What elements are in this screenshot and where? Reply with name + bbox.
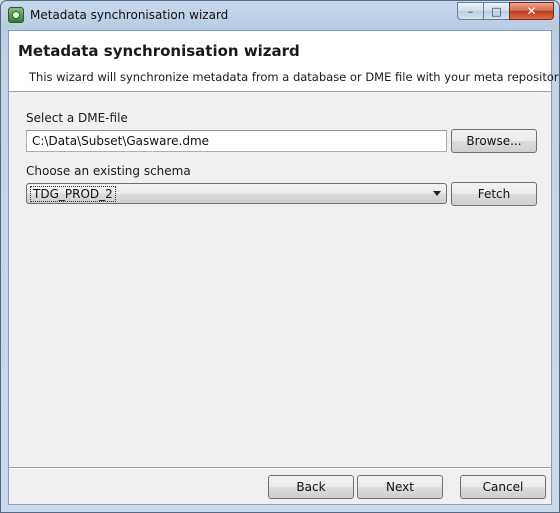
chevron-down-icon [433, 191, 441, 196]
wizard-window: Metadata synchronisation wizard – □ ✕ Me… [0, 0, 560, 513]
wizard-app-icon [8, 7, 24, 23]
wizard-content: Metadata synchronisation wizard This wiz… [8, 30, 559, 505]
footer-divider [9, 467, 551, 469]
wizard-header: Metadata synchronisation wizard This wiz… [9, 31, 559, 92]
close-button[interactable]: ✕ [509, 2, 554, 20]
fetch-button[interactable]: Fetch [451, 182, 537, 206]
window-controls: – □ ✕ [457, 2, 554, 21]
dme-file-input[interactable] [26, 130, 447, 152]
maximize-button[interactable]: □ [483, 2, 509, 20]
schema-selected-value: TDG_PROD_2 [30, 186, 116, 202]
title-bar[interactable]: Metadata synchronisation wizard – □ ✕ [1, 1, 559, 30]
back-button[interactable]: Back [268, 475, 354, 499]
schema-label: Choose an existing schema [26, 164, 191, 178]
maximize-icon: □ [491, 4, 502, 18]
schema-select[interactable]: TDG_PROD_2 [26, 183, 447, 204]
browse-button[interactable]: Browse... [451, 129, 537, 153]
page-title: Metadata synchronisation wizard [18, 42, 300, 60]
minimize-icon: – [467, 4, 474, 18]
window-title: Metadata synchronisation wizard [30, 8, 229, 22]
page-description: This wizard will synchronize metadata fr… [29, 70, 560, 84]
close-icon: ✕ [526, 4, 537, 18]
dme-file-label: Select a DME-file [26, 111, 128, 125]
minimize-button[interactable]: – [457, 2, 483, 20]
cancel-button[interactable]: Cancel [460, 475, 546, 499]
next-button[interactable]: Next [357, 475, 443, 499]
